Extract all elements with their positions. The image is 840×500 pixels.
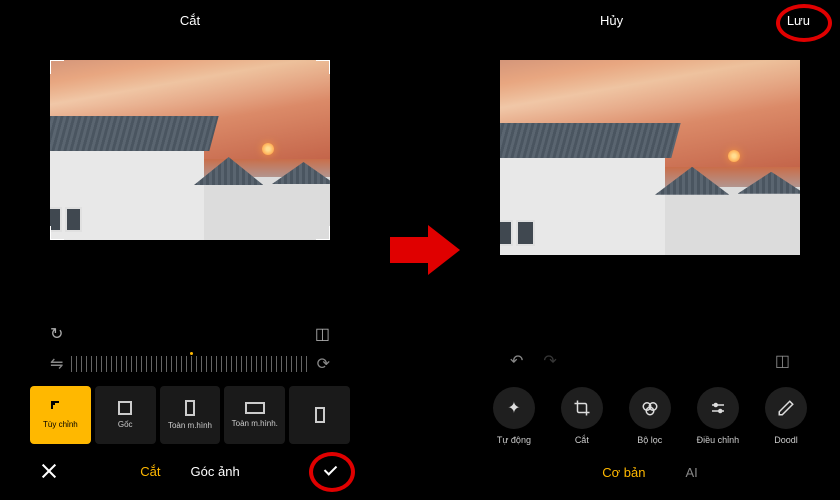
aspect-custom[interactable]: Tùy chỉnh <box>30 386 91 444</box>
undo-icon[interactable]: ↶ <box>510 351 523 371</box>
sparkle-icon: ✦ <box>507 398 520 418</box>
edit-screen: Hủy Lưu ↶ ↷ ◫ ✦ Tự động Cắt Bộ lọc <box>460 0 840 500</box>
tab-perspective[interactable]: Góc ảnh <box>191 464 240 479</box>
tool-doodle[interactable]: Doodl <box>765 387 807 445</box>
adjust-icon <box>709 399 727 417</box>
top-bar-right: Hủy Lưu <box>460 0 840 40</box>
flip-icon[interactable]: ⇋ <box>50 354 63 374</box>
crop-icon <box>573 399 591 417</box>
tab-ai[interactable]: AI <box>685 465 697 480</box>
aspect-more[interactable] <box>289 386 350 444</box>
tool-filter[interactable]: Bộ lọc <box>629 387 671 445</box>
crop-screen: Cắt ↻ ◫ ⇋ ⟳ Tùy chỉnh Gốc <box>0 0 380 500</box>
crop-handle-tl[interactable] <box>50 60 64 74</box>
bottom-tabs: Cắt Góc ảnh <box>140 464 239 479</box>
tool-adjust[interactable]: Điều chỉnh <box>697 387 740 445</box>
tab-crop[interactable]: Cắt <box>140 464 160 479</box>
arrow-icon <box>390 225 460 275</box>
filter-icon <box>641 399 659 417</box>
bottom-bar: Cắt Góc ảnh <box>0 452 380 500</box>
cancel-button[interactable]: Hủy <box>600 13 623 28</box>
crop-handle-br[interactable] <box>316 226 330 240</box>
mode-tabs: Cơ bản AI <box>460 453 840 500</box>
straighten-icon[interactable]: ⟳ <box>317 354 330 374</box>
aspect-fullscreen-portrait[interactable]: Toàn m.hình <box>160 386 221 444</box>
confirm-icon[interactable] <box>322 462 340 480</box>
tab-basic[interactable]: Cơ bản <box>602 465 645 480</box>
history-row: ↶ ↷ ◫ <box>460 343 840 379</box>
crop-handle-bl[interactable] <box>50 226 64 240</box>
aspect-fullscreen-landscape[interactable]: Toàn m.hình. <box>224 386 285 444</box>
tool-auto[interactable]: ✦ Tự động <box>493 387 535 445</box>
top-bar: Cắt <box>0 0 380 40</box>
tool-row: ✦ Tự động Cắt Bộ lọc Điều chỉnh Doodl <box>460 379 840 453</box>
save-button[interactable]: Lưu <box>787 13 810 28</box>
redo-icon[interactable]: ↷ <box>543 351 556 371</box>
photo-area-right <box>460 40 840 275</box>
photo-area <box>0 40 380 260</box>
edited-photo[interactable] <box>500 60 800 255</box>
straighten-ruler[interactable]: ⇋ ⟳ <box>0 350 380 378</box>
cancel-icon[interactable] <box>40 462 58 480</box>
crop-title: Cắt <box>180 13 200 28</box>
crop-photo[interactable] <box>50 60 330 240</box>
aspect-ratio-bar: Tùy chỉnh Gốc Toàn m.hình Toàn m.hình. <box>0 378 380 452</box>
ruler-ticks[interactable] <box>71 356 308 372</box>
crop-handle-tr[interactable] <box>316 60 330 74</box>
aspect-original[interactable]: Gốc <box>95 386 156 444</box>
tool-crop[interactable]: Cắt <box>561 387 603 445</box>
rotate-icon[interactable]: ↻ <box>50 324 63 344</box>
pencil-icon <box>777 399 795 417</box>
compare-icon[interactable]: ◫ <box>775 351 790 371</box>
transform-row: ↻ ◫ <box>0 318 380 350</box>
aspect-icon[interactable]: ◫ <box>315 324 330 344</box>
